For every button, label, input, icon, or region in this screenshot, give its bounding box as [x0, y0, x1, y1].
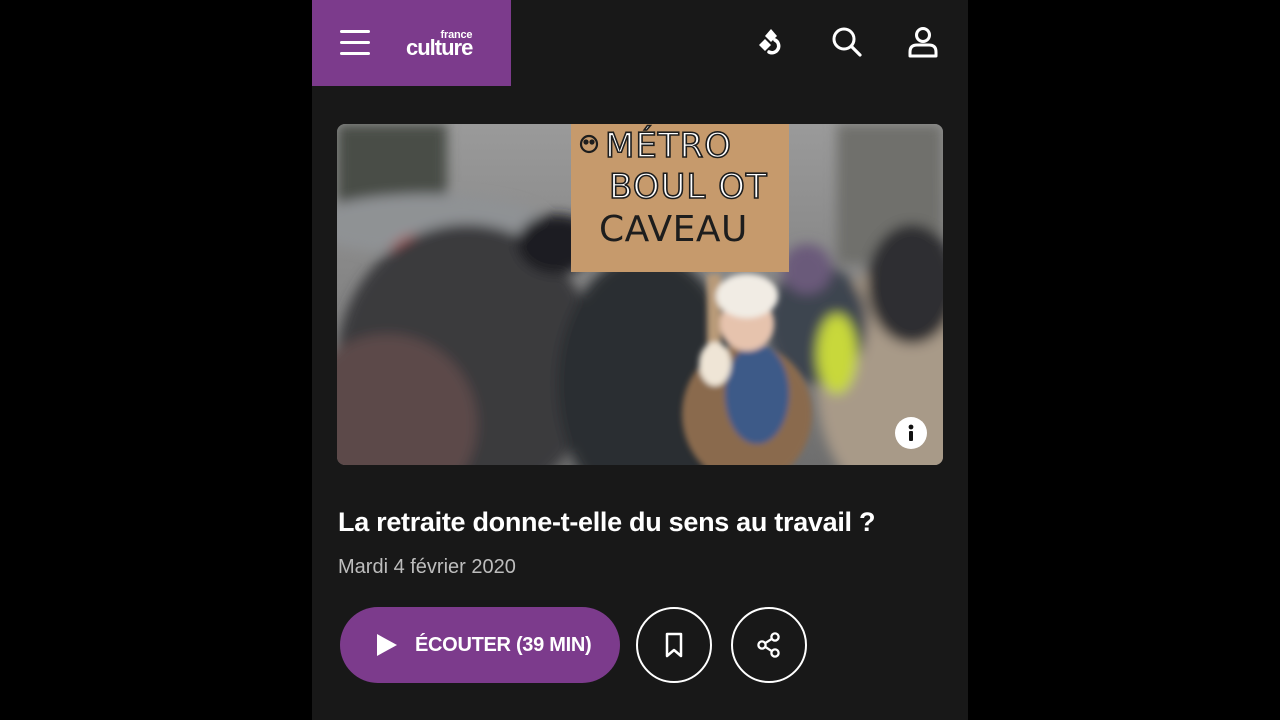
- logo-text-small: france: [440, 29, 473, 41]
- sign-line-1: MÉTRO: [605, 125, 732, 166]
- france-culture-logo[interactable]: france culture: [406, 29, 473, 59]
- radio-live-icon: [759, 29, 781, 55]
- menu-icon: [340, 30, 370, 33]
- protest-sign: MÉTRO BOUL OT CAVEAU: [571, 124, 789, 272]
- search-icon: [832, 27, 862, 57]
- listen-button[interactable]: ÉCOUTER (39 MIN): [340, 607, 620, 683]
- bookmark-button[interactable]: [636, 607, 712, 683]
- menu-icon-line: [340, 41, 370, 44]
- image-info-button[interactable]: [895, 417, 927, 449]
- episode-title: La retraite donne-t-elle du sens au trav…: [338, 507, 876, 537]
- sign-line-2: BOUL OT: [609, 167, 768, 207]
- user-account-icon: [908, 27, 938, 58]
- app-screen: france culture MÉTRO BOUL OT CAVEAU La r…: [312, 0, 968, 720]
- menu-icon-line: [340, 52, 370, 55]
- listen-button-label: ÉCOUTER (39 MIN): [415, 634, 592, 656]
- search-button[interactable]: [829, 24, 865, 60]
- brand-block: france culture: [312, 0, 511, 86]
- play-icon: [375, 633, 399, 657]
- sign-line-3: CAVEAU: [599, 209, 748, 250]
- menu-button[interactable]: [338, 28, 372, 58]
- episode-image: MÉTRO BOUL OT CAVEAU: [337, 124, 943, 465]
- account-button[interactable]: [905, 24, 941, 60]
- episode-date: Mardi 4 février 2020: [338, 556, 516, 578]
- info-icon: [908, 424, 914, 441]
- share-button[interactable]: [731, 607, 807, 683]
- bookmark-icon: [665, 632, 683, 658]
- live-radio-button[interactable]: [753, 24, 789, 60]
- protest-photo: MÉTRO BOUL OT CAVEAU: [337, 124, 943, 465]
- share-icon: [757, 632, 780, 658]
- app-header: france culture: [312, 0, 968, 86]
